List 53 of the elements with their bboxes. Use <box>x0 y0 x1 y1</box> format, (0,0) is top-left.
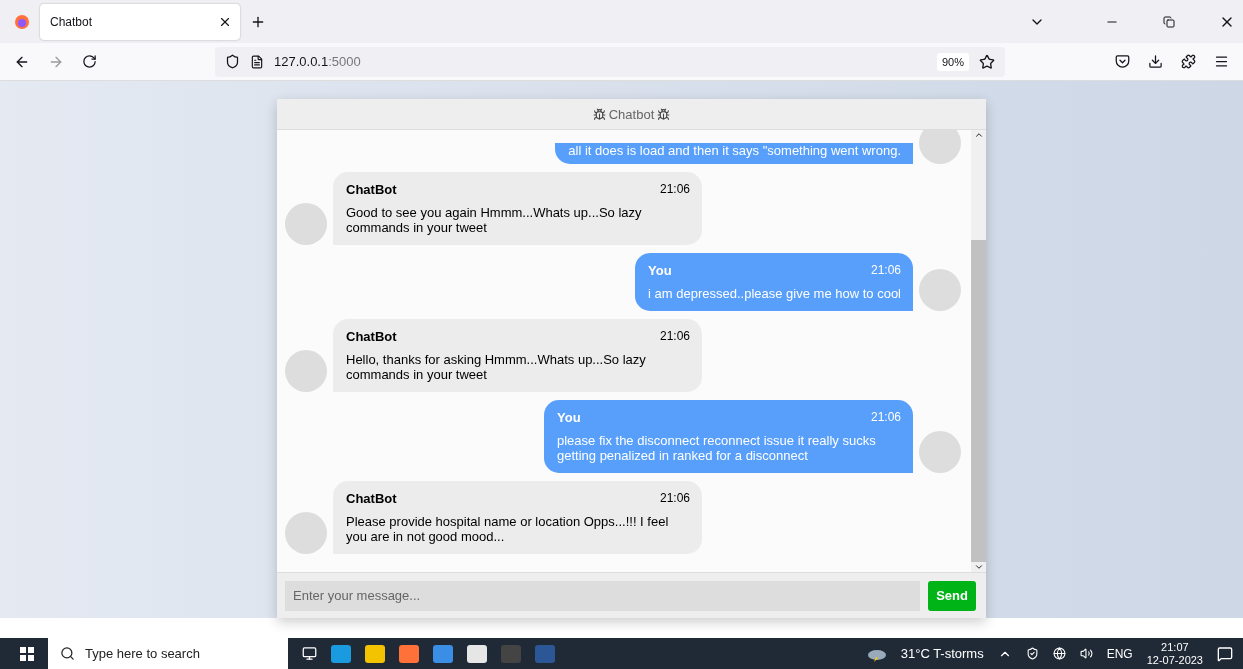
message-text: Hello, thanks for asking Hmmm...Whats up...So lazy commands in your tweet <box>346 352 647 382</box>
reload-icon[interactable] <box>82 54 97 70</box>
message-time: 21:06 <box>870 410 901 425</box>
restore-icon[interactable] <box>1163 15 1175 28</box>
sender-name: ChatBot <box>346 329 397 344</box>
clock[interactable]: 21:07 12-07-2023 <box>1146 640 1203 667</box>
url-text: 127.0.0.1:5000 <box>274 54 361 70</box>
avatar <box>285 350 327 392</box>
bookmark-icon[interactable] <box>979 53 995 70</box>
page-icon <box>250 54 264 69</box>
message-text: Please provide hospital name or location Opps...!!! I feel you are in not good mood... <box>346 514 670 544</box>
bug-icon <box>657 107 671 121</box>
message-text: please fix the disconnect reconnect issue it really sucks getting penalized in ranked for a disconnect <box>557 433 877 463</box>
message-input[interactable]: Enter your message... <box>285 580 921 611</box>
message-text: all it does is load and then it says "something went wrong. <box>568 143 901 158</box>
network-icon[interactable] <box>1052 647 1066 660</box>
sender-name: You <box>648 263 672 278</box>
volume-icon[interactable] <box>1079 647 1093 660</box>
notification-icon[interactable] <box>1217 645 1233 662</box>
message-text: i am depressed..please give me how to cool <box>648 286 901 301</box>
message-time: 21:06 <box>659 329 690 344</box>
message-time: 21:06 <box>659 182 690 197</box>
windows-start-icon[interactable] <box>20 646 34 661</box>
address-bar[interactable]: 127.0.0.1:5000 90% <box>215 46 1005 77</box>
language-indicator[interactable]: ENG <box>1106 646 1133 661</box>
extensions-icon[interactable] <box>1181 54 1196 70</box>
sender-name: ChatBot <box>346 182 397 197</box>
scrollbar[interactable] <box>971 130 986 572</box>
menu-icon[interactable] <box>1214 54 1229 70</box>
weather-text: 31°C T-storms <box>900 646 984 661</box>
shield-icon <box>225 54 240 70</box>
download-icon[interactable] <box>1148 54 1163 70</box>
pocket-icon[interactable] <box>1115 54 1130 70</box>
bug-icon <box>592 107 606 121</box>
avatar <box>285 203 327 245</box>
taskbar-search-field[interactable]: Type here to search <box>48 638 288 669</box>
task-view-icon[interactable] <box>302 646 317 661</box>
chat-title: Chatbot <box>608 106 655 122</box>
avatar <box>919 269 961 311</box>
scroll-down-icon[interactable] <box>973 562 984 572</box>
sender-name: You <box>557 410 581 425</box>
message-time: 21:06 <box>870 263 901 278</box>
avatar <box>919 431 961 473</box>
message-text: Good to see you again Hmmm...Whats up...So lazy commands in your tweet <box>346 205 643 235</box>
message-time: 21:06 <box>659 491 690 506</box>
browser-tab[interactable]: Chatbot <box>40 3 240 40</box>
scroll-up-icon[interactable] <box>973 130 984 140</box>
search-icon <box>60 646 75 661</box>
sender-name: ChatBot <box>346 491 397 506</box>
avatar <box>285 512 327 554</box>
browser-logo-icon[interactable] <box>14 13 30 30</box>
tray-icon[interactable] <box>1025 647 1039 660</box>
zoom-level[interactable]: 90% <box>936 52 969 71</box>
